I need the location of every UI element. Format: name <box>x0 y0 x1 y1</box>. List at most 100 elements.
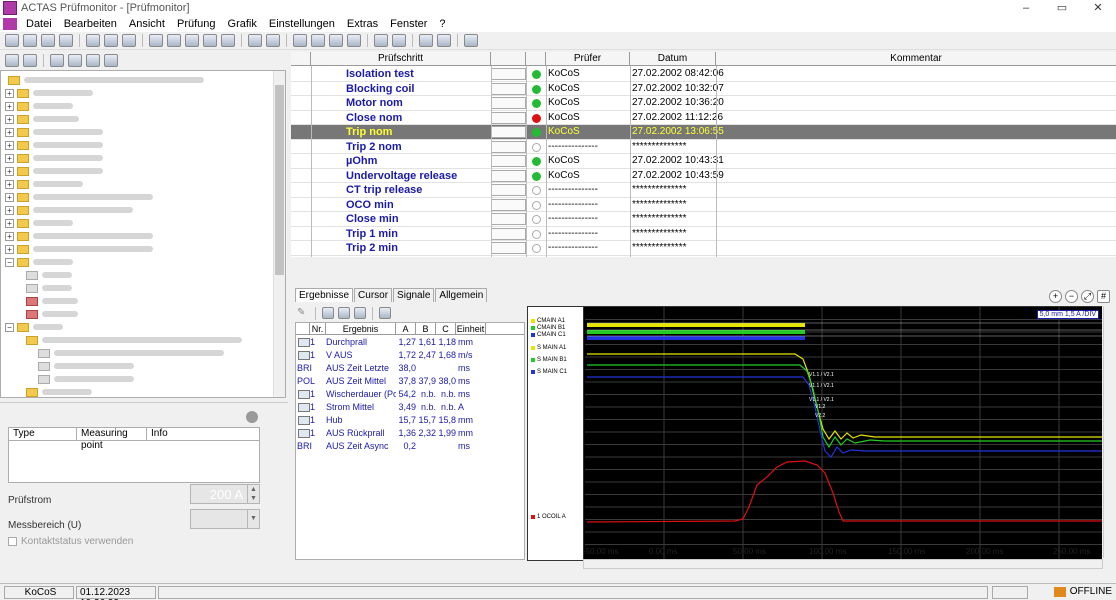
result-row[interactable]: BRI AUS Zeit Async 0,2 ms <box>296 440 524 453</box>
tree-item[interactable]: + <box>5 204 133 216</box>
menu-pruefung[interactable]: Prüfung <box>171 18 222 30</box>
step-row[interactable]: Trip 1 min --------------- ************** <box>291 227 1116 241</box>
waveform-chart[interactable]: CMAIN A1 CMAIN B1 CMAIN C1 S MAIN A1 S M… <box>527 306 1102 561</box>
step-row[interactable]: Isolation test KoCoS 27.02.2002 08:42:06 <box>291 67 1116 82</box>
menu-extras[interactable]: Extras <box>341 18 384 30</box>
expand-icon[interactable]: + <box>5 153 14 163</box>
step-run-button[interactable] <box>491 213 526 225</box>
monitor-icon[interactable] <box>419 34 433 47</box>
step-run-button[interactable] <box>491 242 526 254</box>
tree-item[interactable]: + <box>5 191 153 203</box>
measuring-point-table[interactable]: Type Measuring point Info <box>8 427 260 483</box>
expand-icon[interactable]: + <box>5 127 14 137</box>
step-run-button[interactable] <box>491 169 526 182</box>
column-pruefschritt[interactable]: Prüfschritt <box>311 52 491 66</box>
expand-icon[interactable]: − <box>5 322 14 332</box>
grid-icon[interactable]: # <box>1097 290 1110 303</box>
step-icon[interactable] <box>149 34 163 47</box>
object-tree[interactable]: + + + + + + + + + + + + + − − <box>0 70 286 398</box>
expand-icon[interactable]: + <box>5 114 14 124</box>
tree-item[interactable] <box>23 308 78 320</box>
list-icon[interactable] <box>23 53 37 67</box>
column-status[interactable] <box>526 52 546 66</box>
tab-allgemein[interactable]: Allgemein <box>435 288 488 302</box>
expand-icon[interactable]: + <box>5 244 14 254</box>
messbereich-dropdown[interactable]: ▼ <box>190 509 260 529</box>
kontaktstatus-checkbox-row[interactable]: Kontaktstatus verwenden <box>8 536 133 547</box>
tree-scrollbar[interactable] <box>273 71 285 397</box>
chart-vertical-scrollbar[interactable] <box>1103 306 1114 558</box>
step-run-button[interactable] <box>491 184 526 196</box>
step-run-button[interactable] <box>491 82 526 95</box>
chevron-down-icon[interactable]: ▼ <box>247 510 259 528</box>
legend-item[interactable]: 1 OCOIL A <box>531 514 566 520</box>
tree-item[interactable] <box>35 347 224 359</box>
tools-icon[interactable] <box>41 34 55 47</box>
expand-icon[interactable]: + <box>5 166 14 176</box>
sum-icon[interactable] <box>322 307 334 319</box>
expand-icon[interactable]: + <box>5 88 14 98</box>
square-icon[interactable] <box>347 34 361 47</box>
scroll-thumb[interactable] <box>275 85 284 275</box>
tree-item[interactable] <box>23 295 78 307</box>
result-row[interactable]: 1 Hub 15,7 15,7 15,8 mm <box>296 414 524 427</box>
pruefstrom-spinner[interactable]: 200 A ▲ ▼ <box>190 484 260 504</box>
column-info[interactable]: Info <box>147 428 259 440</box>
tree-item[interactable] <box>23 282 72 294</box>
step-row[interactable]: Blocking coil KoCoS 27.02.2002 10:32:07 <box>291 82 1116 96</box>
expand-icon[interactable]: + <box>5 218 14 228</box>
menu-fenster[interactable]: Fenster <box>384 18 433 30</box>
step-row[interactable]: OCO min --------------- ************** <box>291 198 1116 212</box>
column-nr[interactable]: Nr. <box>310 323 326 335</box>
result-row[interactable]: 1 Durchprall 1,27 1,61 1,18 mm <box>296 336 524 349</box>
step-run-button[interactable] <box>491 97 526 109</box>
plot-area[interactable]: V1.1 / V2.1V1.1 / V2.1V1.1 / V2.1V1.2V2.… <box>585 307 1102 560</box>
sort-icon[interactable] <box>59 34 73 47</box>
column-ergebnis[interactable]: Ergebnis <box>326 323 396 335</box>
menu-grafik[interactable]: Grafik <box>222 18 263 30</box>
network-icon[interactable] <box>104 34 118 47</box>
result-row[interactable]: POL AUS Zeit Mittel 37,8 37,9 38,0 ms <box>296 375 524 388</box>
record-icon[interactable] <box>185 34 199 47</box>
image-icon[interactable] <box>374 34 388 47</box>
menu-bearbeiten[interactable]: Bearbeiten <box>58 18 123 30</box>
stop-icon[interactable] <box>203 34 217 47</box>
expand-icon[interactable]: + <box>5 231 14 241</box>
menu-ansicht[interactable]: Ansicht <box>123 18 171 30</box>
step-run-button[interactable] <box>491 140 526 153</box>
legend-item[interactable]: S MAIN A1 <box>531 345 566 351</box>
tree-item[interactable]: − <box>5 321 63 333</box>
result-row[interactable]: BRI AUS Zeit Letzte 38,0 ms <box>296 362 524 375</box>
column-c[interactable]: C <box>436 323 456 335</box>
step-row[interactable]: Trip 2 min --------------- ************** <box>291 241 1116 256</box>
structure-icon[interactable] <box>122 34 136 47</box>
tree-item[interactable] <box>23 269 72 281</box>
step-row[interactable]: CT trip release --------------- **********… <box>291 183 1116 198</box>
expand-icon[interactable]: + <box>5 192 14 202</box>
zoom-fit-icon[interactable]: ⤢ <box>1081 290 1094 303</box>
column-einheit[interactable]: Einheit <box>456 323 486 335</box>
tree-item[interactable]: + <box>5 165 103 177</box>
minimize-button[interactable]: – <box>1008 0 1044 16</box>
tree-item[interactable]: + <box>5 178 83 190</box>
column-kommentar[interactable]: Kommentar <box>716 52 1116 66</box>
column-b[interactable]: B <box>416 323 436 335</box>
settings-icon[interactable] <box>266 34 280 47</box>
tree-item[interactable] <box>35 360 134 372</box>
copy-icon[interactable] <box>437 34 451 47</box>
tree-item[interactable] <box>5 74 204 86</box>
tree-item[interactable] <box>35 373 134 385</box>
result-row[interactable]: 1 Strom Mittel 3,49 n.b. n.b. A <box>296 401 524 414</box>
column-pruefer[interactable]: Prüfer <box>546 52 630 66</box>
column-action[interactable] <box>491 52 526 66</box>
tree-item[interactable]: + <box>5 217 73 229</box>
step-run-button[interactable] <box>491 68 526 80</box>
tree-item[interactable]: + <box>5 87 93 99</box>
link-icon[interactable] <box>392 34 406 47</box>
calculator-icon[interactable] <box>248 34 262 47</box>
refresh-icon[interactable] <box>379 307 391 319</box>
column-datum[interactable]: Datum <box>630 52 716 66</box>
tab-ergebnisse[interactable]: Ergebnisse <box>295 288 354 302</box>
result-row[interactable]: 1 Wischerdauer (Pol) 54,2 n.b. n.b. ms <box>296 388 524 401</box>
open-icon[interactable] <box>5 34 19 47</box>
